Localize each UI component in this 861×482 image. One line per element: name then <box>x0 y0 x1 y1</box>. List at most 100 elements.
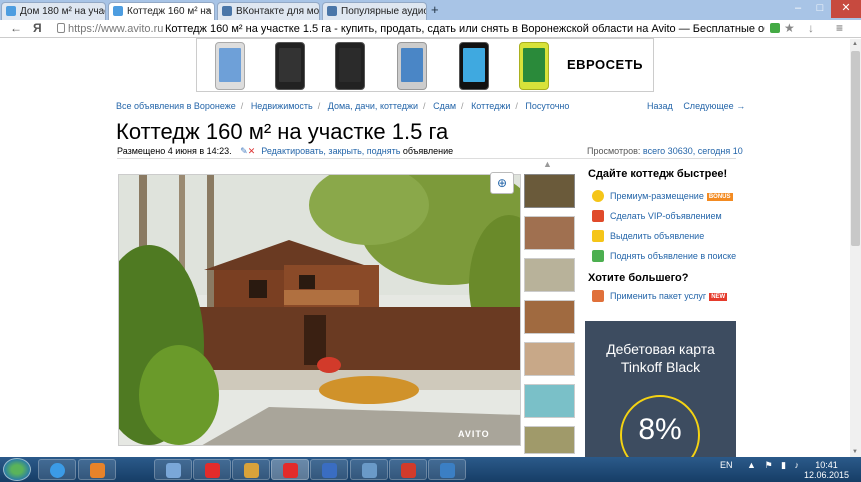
taskbar-app[interactable] <box>428 459 466 480</box>
tab-label: Коттедж 160 м² на уча <box>127 6 214 17</box>
edit-listing-link[interactable]: Редактировать, закрыть, поднять <box>261 146 400 156</box>
folder-icon <box>244 463 259 478</box>
breadcrumb-link[interactable]: Дома, дачи, коттеджи <box>328 101 418 111</box>
vk-favicon-icon <box>327 6 337 16</box>
apply-package-link[interactable]: Применить пакет услуг NEW <box>588 286 738 306</box>
phone-image <box>459 42 489 90</box>
highlight-listing-link[interactable]: Выделить объявление <box>588 226 738 246</box>
scrollbar-thumb[interactable] <box>851 51 860 246</box>
language-indicator[interactable]: EN <box>720 460 733 470</box>
thumbs-up-arrow-icon[interactable]: ▲ <box>543 159 552 169</box>
taskbar-volume[interactable] <box>154 459 192 480</box>
taskbar-ie[interactable] <box>38 459 76 480</box>
taskbar-yandex[interactable] <box>193 459 231 480</box>
flag-icon[interactable]: ⚑ <box>764 460 772 470</box>
bookmark-star-icon[interactable]: ★ <box>784 21 795 35</box>
page-title: Коттедж 160 м² на участке 1.5 га <box>116 119 449 144</box>
phones-banner[interactable]: ЕВРОСЕТЬ <box>196 38 654 92</box>
phone-image <box>215 42 245 90</box>
avito-favicon-icon <box>6 6 16 16</box>
pencil-icon: ✎ <box>240 146 248 156</box>
breadcrumb-link[interactable]: Недвижимость <box>251 101 313 111</box>
bonus-badge: BONUS <box>706 193 733 201</box>
vip-icon <box>592 210 604 222</box>
premium-placement-link[interactable]: Премиум-размещение BONUS <box>588 186 738 206</box>
promotion-panel: Сдайте коттедж быстрее! Премиум-размещен… <box>588 168 738 306</box>
close-tab-icon[interactable]: × <box>205 3 211 20</box>
posted-date: Размещено 4 июня в 14:23. <box>117 146 232 156</box>
tab-cottage-160[interactable]: Коттедж 160 м² на уча × <box>108 2 215 20</box>
clock[interactable]: 10:41 12.06.2015 <box>804 460 849 480</box>
lock-icon[interactable] <box>57 23 65 33</box>
new-badge: NEW <box>709 293 728 301</box>
tinkoff-ad[interactable]: Дебетовая карта Tinkoff Black 8% <box>585 321 736 475</box>
taskbar-word[interactable] <box>310 459 348 480</box>
highlighter-icon <box>592 230 604 242</box>
breadcrumb-link[interactable]: Коттеджи <box>471 101 510 111</box>
back-link[interactable]: Назад <box>647 101 673 111</box>
thumbnail-strip <box>524 174 576 456</box>
thumbnail[interactable] <box>524 216 575 250</box>
windows-taskbar: EN ▲ ⚑ ▮ ♪ 10:41 12.06.2015 <box>0 457 861 482</box>
url-field[interactable]: https://www.avito.ru <box>68 23 163 35</box>
tab-label: ВКонтакте для мобил <box>236 6 320 17</box>
taskbar-paint[interactable] <box>350 459 388 480</box>
scrollbar[interactable]: ▲ ▼ <box>850 39 861 457</box>
tab-vkontakte[interactable]: ВКонтакте для мобил <box>217 2 320 20</box>
yandex-button[interactable]: Я <box>33 21 42 35</box>
page-title-in-omnibox[interactable]: Коттедж 160 м² на участке 1.5 га - купит… <box>165 23 765 35</box>
extension-icon[interactable] <box>770 23 780 33</box>
make-vip-link[interactable]: Сделать VIP-объявлением <box>588 206 738 226</box>
item-label: Выделить объявление <box>610 231 705 241</box>
volume-icon[interactable]: ♪ <box>795 460 800 470</box>
item-label: Премиум-размещение <box>610 191 704 201</box>
more-heading: Хотите большего? <box>588 272 689 284</box>
thumbnail[interactable] <box>524 342 575 376</box>
watermark: AVITO <box>458 429 490 439</box>
item-label: Поднять объявление в поиске <box>610 251 737 261</box>
breadcrumb-link[interactable]: Все объявления в Воронеже <box>116 101 236 111</box>
avito-favicon-icon <box>113 6 123 16</box>
tab-popular-audio[interactable]: Популярные аудиоза <box>322 2 427 20</box>
views-counter: Просмотров: всего 30630, сегодня 10 <box>587 146 743 156</box>
window-controls: – □ ✕ <box>787 0 861 18</box>
acrobat-icon <box>401 463 416 478</box>
minimize-icon[interactable]: – <box>787 0 809 18</box>
thumbnail[interactable] <box>524 426 575 454</box>
taskbar-media[interactable] <box>78 459 116 480</box>
taskbar-explorer[interactable] <box>232 459 270 480</box>
promo-heading: Сдайте коттедж быстрее! <box>588 168 728 180</box>
thumbnail[interactable] <box>524 258 575 292</box>
maximize-icon[interactable]: □ <box>809 0 831 18</box>
vk-favicon-icon <box>222 6 232 16</box>
breadcrumb-link[interactable]: Посуточно <box>525 101 569 111</box>
thumbnail[interactable] <box>524 384 575 418</box>
breadcrumb: Все объявления в Воронеже / Недвижимость /… <box>116 101 570 111</box>
scroll-up-icon[interactable]: ▲ <box>852 41 858 47</box>
taskbar-yandex-browser[interactable] <box>271 459 309 480</box>
yandex-icon <box>205 463 220 478</box>
new-tab-icon[interactable]: + <box>431 3 439 17</box>
scroll-down-icon[interactable]: ▼ <box>852 449 858 455</box>
main-photo[interactable] <box>118 174 521 446</box>
start-button[interactable] <box>3 458 31 481</box>
views-value[interactable]: всего 30630, сегодня 10 <box>643 146 743 156</box>
thumbnail[interactable] <box>524 300 575 334</box>
thumbnail[interactable] <box>524 174 575 208</box>
close-window-icon[interactable]: ✕ <box>831 0 861 18</box>
raise-in-search-link[interactable]: Поднять объявление в поиске <box>588 246 738 266</box>
clock-date: 12.06.2015 <box>804 470 850 480</box>
tab-dom-180[interactable]: Дом 180 м² на участке <box>1 2 106 20</box>
paint-icon <box>362 463 377 478</box>
taskbar-acrobat[interactable] <box>389 459 427 480</box>
network-icon[interactable]: ▮ <box>781 460 786 470</box>
back-arrow-icon[interactable]: ← <box>10 21 22 35</box>
download-icon[interactable]: ↓ <box>808 21 814 35</box>
listing-nav: Назад Следующее → <box>647 101 753 111</box>
menu-icon[interactable]: ≡ <box>836 21 843 35</box>
up-arrow-icon <box>592 250 604 262</box>
breadcrumb-link[interactable]: Сдам <box>433 101 456 111</box>
next-listing-link[interactable]: Следующее → <box>683 101 745 111</box>
chevron-up-icon[interactable]: ▲ <box>747 460 756 470</box>
zoom-icon[interactable]: ⊕ <box>490 172 514 194</box>
